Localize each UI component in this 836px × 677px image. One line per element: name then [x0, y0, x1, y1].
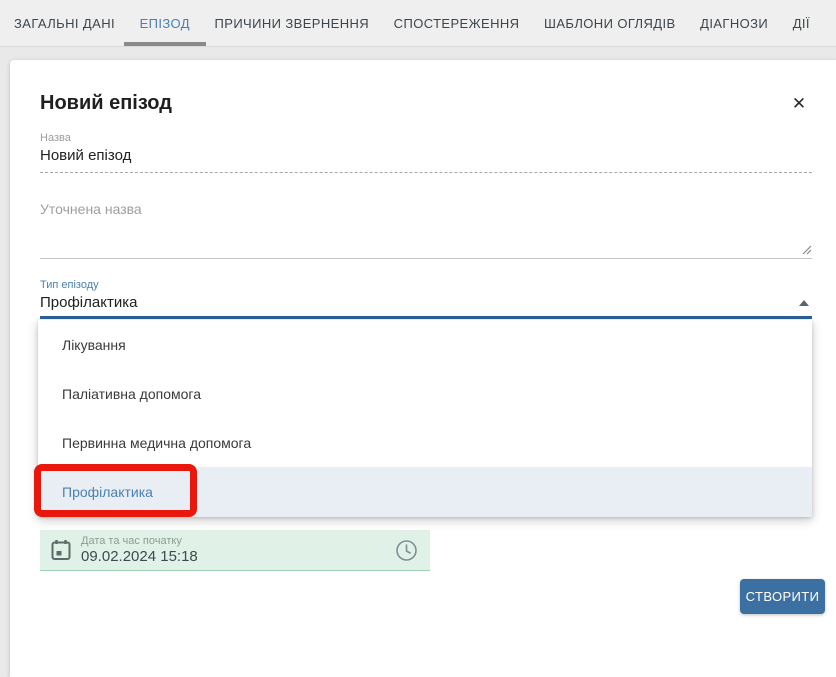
name-field-label: Назва: [40, 132, 812, 144]
clock-icon[interactable]: [395, 539, 418, 562]
start-datetime-field[interactable]: Дата та час початку 09.02.2024 15:18: [40, 530, 430, 571]
dropdown-option-likuvannia[interactable]: Лікування: [38, 320, 812, 369]
tab-dii[interactable]: ДІЇ: [793, 0, 810, 46]
episode-type-select[interactable]: Тип епізоду Профілактика: [40, 279, 812, 319]
episode-type-label: Тип епізоду: [40, 279, 812, 291]
resize-handle-icon[interactable]: [801, 244, 812, 255]
name-field[interactable]: Назва Новий епізод: [40, 132, 812, 173]
dropdown-option-profilaktyka[interactable]: Профілактика: [38, 467, 812, 517]
start-datetime-value: 09.02.2024 15:18: [81, 548, 395, 565]
tab-prychyny-zvernennia[interactable]: ПРИЧИНИ ЗВЕРНЕННЯ: [215, 0, 370, 46]
tab-epizod[interactable]: ЕПІЗОД: [140, 0, 190, 46]
chevron-up-icon[interactable]: [799, 300, 809, 306]
tab-shablony-ohliadiv[interactable]: ШАБЛОНИ ОГЛЯДІВ: [544, 0, 676, 46]
refined-name-label: Уточнена назва: [40, 201, 812, 217]
dropdown-option-pervynna[interactable]: Первинна медична допомога: [38, 418, 812, 467]
dialog-title: Новий епізод: [40, 92, 172, 115]
name-field-value: Новий епізод: [40, 147, 812, 164]
tab-zagalni-dani[interactable]: ЗАГАЛЬНІ ДАНІ: [14, 0, 115, 46]
dropdown-option-paliatyvna[interactable]: Паліативна допомога: [38, 369, 812, 418]
refined-name-field[interactable]: Уточнена назва: [40, 201, 812, 259]
close-button[interactable]: ✕: [788, 93, 810, 115]
tab-diahnozy[interactable]: ДІАГНОЗИ: [700, 0, 768, 46]
close-icon: ✕: [792, 94, 806, 113]
episode-type-value: Профілактика: [40, 294, 812, 311]
start-datetime-label: Дата та час початку: [81, 535, 395, 547]
tab-bar: ЗАГАЛЬНІ ДАНІ ЕПІЗОД ПРИЧИНИ ЗВЕРНЕННЯ С…: [0, 0, 836, 47]
calendar-icon[interactable]: [51, 539, 71, 561]
start-datetime-texts: Дата та час початку 09.02.2024 15:18: [81, 535, 395, 565]
create-button[interactable]: СТВОРИТИ: [740, 579, 825, 614]
tab-sposterezhennia[interactable]: СПОСТЕРЕЖЕННЯ: [394, 0, 520, 46]
new-episode-dialog: Новий епізод ✕ Назва Новий епізод Уточне…: [10, 60, 836, 677]
episode-type-dropdown: Лікування Паліативна допомога Первинна м…: [38, 320, 812, 517]
